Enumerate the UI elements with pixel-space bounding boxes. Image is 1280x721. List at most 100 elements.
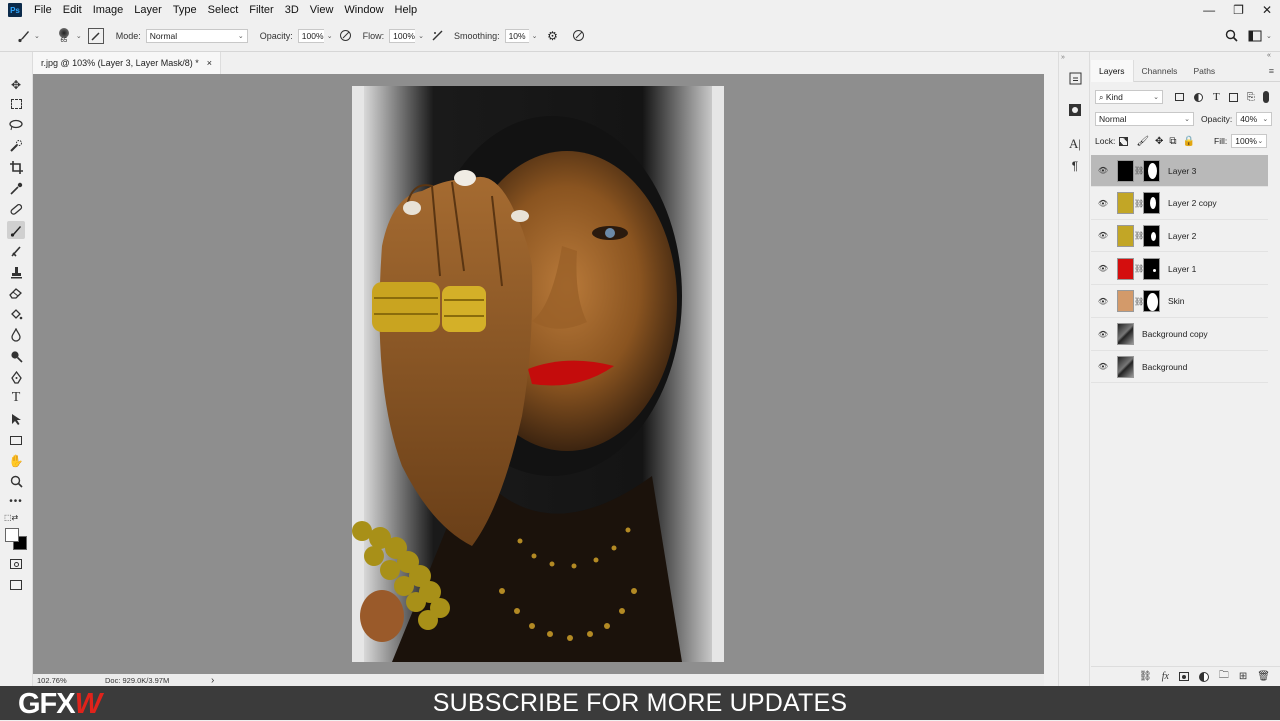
mode-dropdown[interactable]: Normal ⌄ — [145, 28, 248, 43]
layer-row[interactable]: 👁 ⛓ Layer 2 copy — [1091, 187, 1268, 220]
layer-thumbnail[interactable] — [1117, 224, 1134, 247]
pressure-size-icon[interactable] — [571, 29, 585, 42]
brush-tool-preset-icon[interactable] — [16, 29, 32, 43]
menu-window[interactable]: Window — [344, 4, 383, 16]
visibility-eye-icon[interactable]: 👁 — [1091, 166, 1115, 175]
brush-picker-chevron-icon[interactable]: ⌄ — [76, 32, 82, 40]
lock-all-icon[interactable]: 🔒 — [1183, 136, 1195, 147]
clone-stamp-tool-icon[interactable] — [7, 263, 25, 281]
tab-paths[interactable]: Paths — [1185, 60, 1223, 82]
paint-bucket-tool-icon[interactable] — [7, 305, 25, 323]
zoom-tool-icon[interactable] — [7, 472, 25, 490]
opacity-chevron-icon[interactable]: ⌄ — [327, 32, 333, 40]
visibility-eye-icon[interactable]: 👁 — [1091, 199, 1115, 208]
brush-tool-icon[interactable] — [7, 221, 25, 239]
menu-filter[interactable]: Filter — [249, 4, 273, 16]
filter-smart-object-icon[interactable]: ⎘ — [1247, 92, 1255, 103]
layer-row[interactable]: 👁 ⛓ Layer 3 — [1091, 155, 1268, 187]
photoshop-logo[interactable]: Ps — [8, 3, 22, 17]
layer-mask-thumbnail[interactable] — [1143, 257, 1160, 280]
lock-artboard-icon[interactable]: ⧉ — [1169, 136, 1176, 147]
filter-shape-icon[interactable] — [1228, 92, 1238, 102]
panel-menu-icon[interactable]: ≡ — [1269, 66, 1274, 76]
dodge-tool-icon[interactable] — [7, 347, 25, 365]
menu-select[interactable]: Select — [208, 4, 239, 16]
close-window-button[interactable]: ✕ — [1262, 3, 1272, 17]
healing-brush-tool-icon[interactable] — [7, 200, 25, 218]
layer-row[interactable]: 👁 ⛓ Skin — [1091, 285, 1268, 318]
filter-pixel-icon[interactable] — [1175, 93, 1184, 101]
properties-panel-icon[interactable] — [1067, 102, 1083, 118]
menu-type[interactable]: Type — [173, 4, 197, 16]
mask-link-icon[interactable]: ⛓ — [1134, 199, 1144, 208]
layer-thumbnail[interactable] — [1117, 355, 1134, 378]
close-tab-icon[interactable]: × — [207, 58, 212, 68]
filter-toggle[interactable] — [1262, 91, 1269, 103]
smoothing-chevron-icon[interactable]: ⌄ — [532, 32, 538, 40]
blend-mode-dropdown[interactable]: Normal ⌄ — [1095, 112, 1194, 126]
tool-preset-chevron-icon[interactable]: ⌄ — [34, 32, 40, 40]
zoom-level[interactable]: 102.76% — [37, 676, 97, 685]
layer-filter-dropdown[interactable]: ⌕ Kind ⌄ — [1095, 90, 1163, 104]
fill-field[interactable]: 100% ⌄ — [1231, 134, 1268, 148]
menu-3d[interactable]: 3D — [285, 4, 299, 16]
visibility-eye-icon[interactable]: 👁 — [1091, 330, 1115, 339]
workspace-switcher-icon[interactable] — [1247, 30, 1263, 42]
path-selection-tool-icon[interactable] — [7, 410, 25, 428]
mixer-brush-tool-icon[interactable] — [7, 242, 25, 260]
lock-position-icon[interactable]: ✥ — [1155, 136, 1163, 147]
status-menu-arrow-icon[interactable]: › — [211, 675, 214, 686]
swap-colors-icon[interactable]: ⬚⇄ — [4, 513, 18, 522]
eyedropper-tool-icon[interactable] — [7, 179, 25, 197]
quick-mask-icon[interactable] — [7, 555, 25, 573]
airbrush-icon[interactable] — [430, 29, 444, 42]
menu-layer[interactable]: Layer — [134, 4, 162, 16]
visibility-eye-icon[interactable]: 👁 — [1091, 264, 1115, 273]
visibility-eye-icon[interactable]: 👁 — [1091, 231, 1115, 240]
layer-thumbnail[interactable] — [1117, 159, 1134, 182]
adjustment-layer-icon[interactable] — [1198, 671, 1209, 682]
new-group-icon[interactable]: 🗀 — [1219, 668, 1229, 685]
add-mask-icon[interactable] — [1178, 672, 1189, 681]
layer-row[interactable]: 👁 ⛓ Layer 1 — [1091, 253, 1268, 286]
menu-image[interactable]: Image — [93, 4, 124, 16]
layer-thumbnail[interactable] — [1117, 323, 1134, 345]
layer-mask-thumbnail[interactable] — [1143, 192, 1160, 215]
foreground-color-swatch[interactable] — [5, 528, 19, 542]
lock-transparent-pixels-icon[interactable] — [1119, 136, 1129, 146]
layer-mask-thumbnail[interactable] — [1143, 224, 1160, 247]
link-layers-icon[interactable]: ⛓ — [1139, 671, 1152, 682]
rectangle-tool-icon[interactable] — [7, 431, 25, 449]
workspace-chevron-icon[interactable]: ⌄ — [1266, 32, 1272, 40]
menu-help[interactable]: Help — [395, 4, 418, 16]
layer-thumbnail[interactable] — [1117, 290, 1134, 313]
layer-row[interactable]: 👁 Background copy — [1091, 318, 1268, 351]
filter-adjustment-icon[interactable] — [1194, 92, 1203, 102]
visibility-eye-icon[interactable]: 👁 — [1091, 362, 1115, 371]
smoothing-field[interactable]: 10% — [504, 28, 529, 43]
menu-view[interactable]: View — [310, 4, 334, 16]
brush-settings-panel-icon[interactable] — [87, 27, 104, 44]
layer-thumbnail[interactable] — [1117, 192, 1134, 215]
screen-mode-icon[interactable] — [7, 576, 25, 594]
layer-opacity-field[interactable]: 40% ⌄ — [1236, 112, 1273, 126]
tab-channels[interactable]: Channels — [1134, 60, 1186, 82]
character-panel-icon[interactable]: A| — [1067, 136, 1083, 152]
mask-link-icon[interactable]: ⛓ — [1134, 166, 1144, 175]
lasso-tool-icon[interactable] — [7, 116, 25, 134]
crop-tool-icon[interactable] — [7, 158, 25, 176]
minimize-button[interactable]: — — [1203, 3, 1215, 17]
pen-tool-icon[interactable] — [7, 368, 25, 386]
tab-layers[interactable]: Layers — [1091, 59, 1134, 82]
paragraph-panel-icon[interactable]: ¶ — [1067, 158, 1083, 174]
visibility-eye-icon[interactable]: 👁 — [1091, 297, 1115, 306]
new-layer-icon[interactable]: ⊞ — [1239, 671, 1247, 682]
menu-file[interactable]: File — [34, 4, 52, 16]
move-tool-icon[interactable]: ✥ — [7, 76, 25, 94]
panel-collapse-icon[interactable]: « — [1267, 52, 1271, 59]
canvas-area[interactable] — [33, 74, 1044, 674]
mask-link-icon[interactable]: ⛓ — [1134, 264, 1144, 273]
more-tools-icon[interactable]: ••• — [7, 492, 25, 510]
opacity-field[interactable]: 100% — [297, 28, 324, 43]
layer-thumbnail[interactable] — [1117, 257, 1134, 280]
